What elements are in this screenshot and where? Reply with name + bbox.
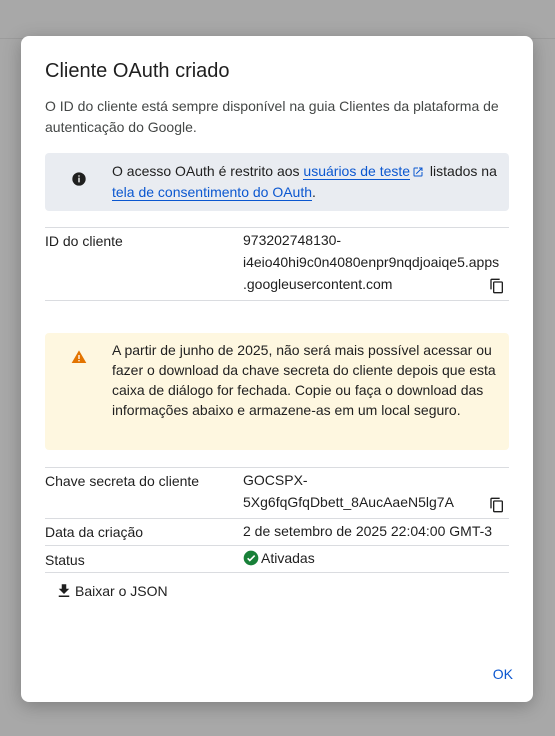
client-secret-value: GOCSPX- 5Xg6fqGfqDbett_8AucAaeN5lg7A bbox=[243, 472, 454, 510]
status-label: Status bbox=[45, 552, 85, 568]
dialog-description: O ID do cliente está sempre disponível n… bbox=[45, 98, 499, 135]
info-banner: O acesso OAuth é restrito aos usuários d… bbox=[45, 153, 509, 211]
divider bbox=[45, 572, 509, 573]
divider bbox=[45, 545, 509, 546]
divider bbox=[45, 300, 509, 301]
copy-client-secret-icon[interactable] bbox=[489, 497, 505, 513]
download-icon bbox=[58, 584, 70, 597]
download-json-button[interactable]: Baixar o JSON bbox=[55, 579, 168, 603]
info-text: O acesso OAuth é restrito aos usuários d… bbox=[112, 163, 497, 201]
status-value: Ativadas bbox=[243, 550, 315, 566]
oauth-consent-screen-link[interactable]: tela de consentimento do OAuth bbox=[112, 184, 313, 201]
warning-icon bbox=[71, 350, 87, 363]
info-icon bbox=[72, 172, 86, 186]
divider bbox=[45, 518, 509, 519]
check-circle-icon bbox=[243, 550, 259, 566]
client-id-value: 973202748130- i4eio40hi9c0n4080enpr9nqdj… bbox=[243, 232, 500, 292]
ok-button[interactable]: OK bbox=[493, 662, 513, 686]
test-users-link[interactable]: usuários de teste bbox=[303, 163, 411, 180]
client-id-label: ID do cliente bbox=[45, 233, 123, 249]
warning-text: A partir de junho de 2025, não será mais… bbox=[112, 342, 496, 418]
divider bbox=[45, 467, 509, 468]
client-secret-label: Chave secreta do cliente bbox=[45, 473, 200, 489]
oauth-client-created-dialog: Cliente OAuth criado O ID do cliente est… bbox=[21, 36, 533, 702]
dialog-title: Cliente OAuth criado bbox=[45, 60, 230, 82]
copy-client-id-icon[interactable] bbox=[489, 278, 505, 294]
creation-date-value: 2 de setembro de 2025 22:04:00 GMT-3 bbox=[243, 523, 493, 539]
divider bbox=[45, 227, 509, 228]
creation-date-label: Data da criação bbox=[45, 524, 144, 540]
warning-banner: A partir de junho de 2025, não será mais… bbox=[45, 333, 509, 450]
external-link-icon[interactable] bbox=[412, 166, 424, 178]
